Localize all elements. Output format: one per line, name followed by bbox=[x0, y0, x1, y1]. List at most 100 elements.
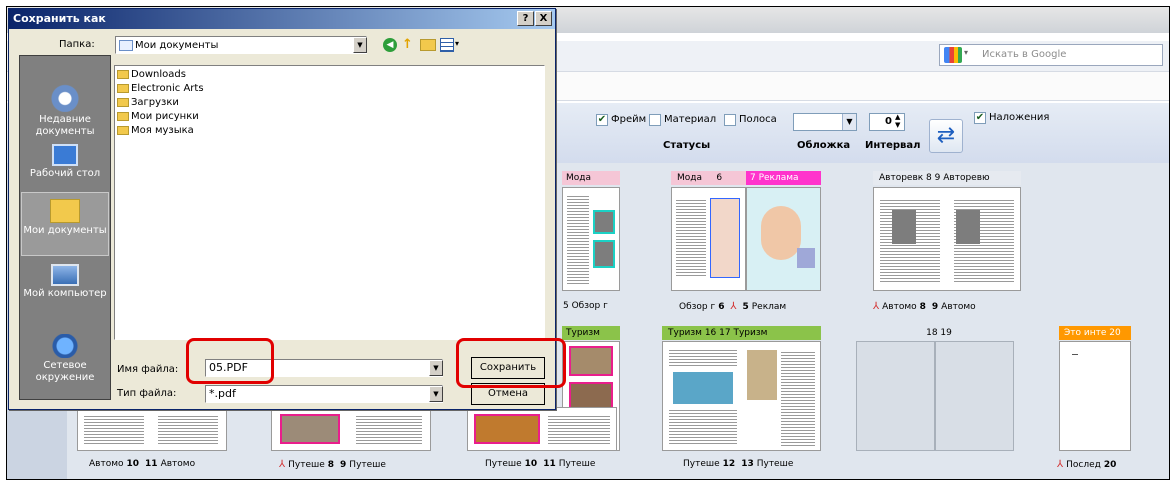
strip-checkbox[interactable] bbox=[724, 114, 736, 126]
section-header: 7 Реклама bbox=[746, 171, 821, 185]
list-item-label: Downloads bbox=[131, 69, 186, 80]
file-list[interactable]: Downloads Electronic Arts Загрузки Мои р… bbox=[114, 65, 545, 340]
page-caption: ⅄ Автомо 8 9 Автомо bbox=[873, 301, 976, 312]
interval-label: Интервал bbox=[865, 140, 921, 151]
frame-checkbox[interactable]: ✔ bbox=[596, 114, 608, 126]
places-network[interactable]: Сетевое окружение bbox=[20, 334, 110, 384]
chevron-down-icon[interactable]: ▼ bbox=[353, 37, 367, 53]
places-network-label: Сетевое окружение bbox=[35, 360, 95, 383]
statuses-label: Статусы bbox=[663, 140, 711, 151]
list-item-label: Мои рисунки bbox=[131, 111, 199, 122]
folder-icon bbox=[117, 83, 129, 93]
page-thumbnail[interactable] bbox=[77, 407, 227, 451]
folder-icon bbox=[117, 97, 129, 107]
list-item-label: Electronic Arts bbox=[131, 83, 204, 94]
filename-highlight bbox=[186, 338, 274, 384]
page-caption: Путеше 12 13 Путеше bbox=[683, 459, 794, 469]
status-combo[interactable]: ▼ bbox=[793, 113, 857, 131]
page-caption: Автомо 10 11 Автомо bbox=[89, 459, 196, 469]
overlays-label: Наложения bbox=[989, 112, 1050, 123]
chevron-down-icon: ▼ bbox=[842, 114, 856, 130]
dialog-title: Сохранить как bbox=[9, 9, 555, 29]
spinner-arrows-icon[interactable]: ▲ ▼ bbox=[895, 113, 900, 129]
new-folder-icon[interactable] bbox=[420, 39, 436, 51]
filetype-label: Тип файла: bbox=[117, 388, 177, 399]
chevron-down-icon[interactable]: ▼ bbox=[429, 360, 443, 376]
google-logo-icon bbox=[944, 47, 962, 63]
desktop-icon bbox=[52, 144, 78, 166]
places-desktop[interactable]: Рабочий стол bbox=[20, 144, 110, 180]
overlays-checkbox[interactable]: ✔ bbox=[974, 112, 986, 124]
pdf-icon: ⅄ bbox=[279, 459, 286, 470]
list-item[interactable]: Загрузки bbox=[117, 96, 179, 110]
view-menu-chevron-icon[interactable]: ▾ bbox=[455, 39, 459, 48]
pdf-icon: ⅄ bbox=[873, 301, 880, 312]
cover-label: Обложка bbox=[797, 140, 851, 151]
places-recent-label: Недавние документы bbox=[35, 114, 95, 137]
list-item[interactable]: Мои рисунки bbox=[117, 110, 199, 124]
page-caption: 5 Обзор г bbox=[563, 301, 608, 311]
refresh-icon[interactable]: ⇄ bbox=[929, 119, 963, 153]
places-my-computer-label: Мой компьютер bbox=[23, 288, 107, 299]
my-documents-folder-icon bbox=[50, 199, 80, 223]
page-thumbnail[interactable] bbox=[1059, 341, 1131, 451]
pdf-icon: ⅄ bbox=[1057, 459, 1064, 470]
view-menu-icon[interactable] bbox=[440, 38, 454, 52]
section-header: Мода 6 bbox=[671, 171, 746, 185]
frame-label: Фрейм bbox=[611, 114, 647, 125]
my-computer-icon bbox=[51, 264, 79, 286]
places-desktop-label: Рабочий стол bbox=[29, 168, 101, 179]
close-button[interactable]: X bbox=[535, 11, 552, 26]
folder-select[interactable]: Мои документы bbox=[115, 36, 367, 54]
section-header: Это инте 20 bbox=[1059, 326, 1131, 340]
filetype-select[interactable]: *.pdf bbox=[205, 385, 443, 403]
section-header: Мода bbox=[562, 171, 620, 185]
google-search-box[interactable]: ▾ Искать в Google bbox=[939, 44, 1163, 66]
folder-icon bbox=[117, 125, 129, 135]
pdf-icon: ⅄ bbox=[730, 301, 737, 312]
page-caption: Обзор г6 ⅄ 5 Реклам bbox=[679, 301, 787, 312]
page-caption: ⅄ Путеше 8 9 Путеше bbox=[279, 459, 386, 470]
folder-label: Папка: bbox=[59, 39, 95, 50]
material-label: Материал bbox=[664, 114, 717, 125]
page-thumbnail[interactable] bbox=[873, 187, 1021, 291]
strip-label: Полоса bbox=[739, 114, 777, 125]
page-thumbnail[interactable] bbox=[467, 407, 617, 451]
back-icon[interactable]: ◀ bbox=[383, 38, 397, 52]
places-my-computer[interactable]: Мой компьютер bbox=[20, 264, 110, 300]
help-button[interactable]: ? bbox=[517, 11, 534, 26]
page-caption: Путеше 10 11 Путеше bbox=[485, 459, 596, 469]
network-icon bbox=[51, 334, 79, 358]
my-documents-icon bbox=[119, 39, 133, 51]
search-dropdown-icon[interactable]: ▾ bbox=[964, 48, 968, 57]
folder-select-value: Мои документы bbox=[135, 40, 219, 51]
filename-label: Имя файла: bbox=[117, 364, 179, 375]
places-recent[interactable]: Недавние документы bbox=[20, 82, 110, 138]
chevron-down-icon[interactable]: ▼ bbox=[429, 386, 443, 402]
places-my-documents-label: Мои документы bbox=[23, 225, 107, 236]
list-item[interactable]: Electronic Arts bbox=[117, 82, 204, 96]
page-thumbnail[interactable] bbox=[671, 187, 746, 291]
page-thumbnail[interactable] bbox=[271, 407, 431, 451]
list-item-label: Загрузки bbox=[131, 97, 179, 108]
places-bar: Недавние документы Рабочий стол Мои доку… bbox=[19, 55, 111, 400]
list-item[interactable]: Downloads bbox=[117, 68, 186, 82]
search-placeholder: Искать в Google bbox=[982, 49, 1067, 60]
section-header: Туризм 16 17 Туризм bbox=[662, 326, 821, 340]
up-folder-icon[interactable]: ↑ bbox=[402, 37, 413, 52]
material-checkbox[interactable] bbox=[649, 114, 661, 126]
page-thumbnail[interactable] bbox=[856, 341, 935, 451]
page-thumbnail[interactable] bbox=[935, 341, 1014, 451]
page-caption: ⅄ Послед 20 bbox=[1057, 459, 1117, 470]
section-header: Туризм bbox=[562, 326, 620, 340]
recent-documents-icon bbox=[48, 82, 82, 112]
list-item[interactable]: Моя музыка bbox=[117, 124, 194, 138]
page-thumbnail[interactable] bbox=[746, 187, 821, 291]
page-thumbnail[interactable] bbox=[562, 187, 620, 291]
section-header: 18 19 bbox=[909, 326, 969, 340]
places-my-documents[interactable]: Мои документы bbox=[21, 192, 109, 256]
section-header: Авторевк 8 9 Авторевю bbox=[873, 171, 1021, 185]
folder-icon bbox=[117, 111, 129, 121]
page-thumbnail[interactable] bbox=[662, 341, 821, 451]
folder-icon bbox=[117, 69, 129, 79]
